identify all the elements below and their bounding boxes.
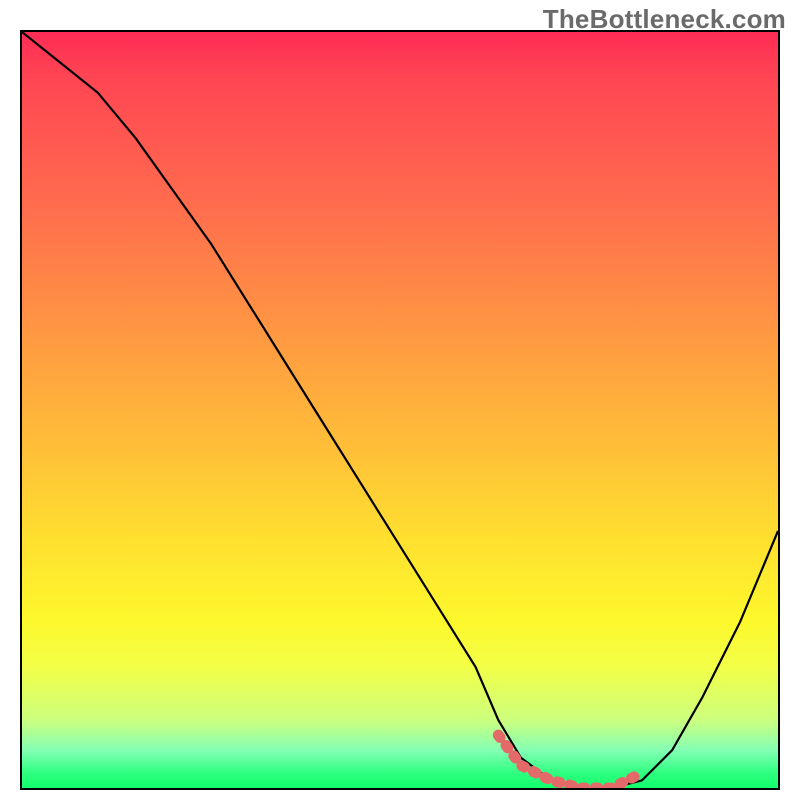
watermark-text: TheBottleneck.com xyxy=(543,4,786,35)
optimal-zone-path xyxy=(498,735,642,788)
chart-svg xyxy=(22,32,778,788)
plot-area xyxy=(20,30,780,790)
bottleneck-curve-path xyxy=(22,32,778,788)
chart-container: TheBottleneck.com xyxy=(0,0,800,800)
